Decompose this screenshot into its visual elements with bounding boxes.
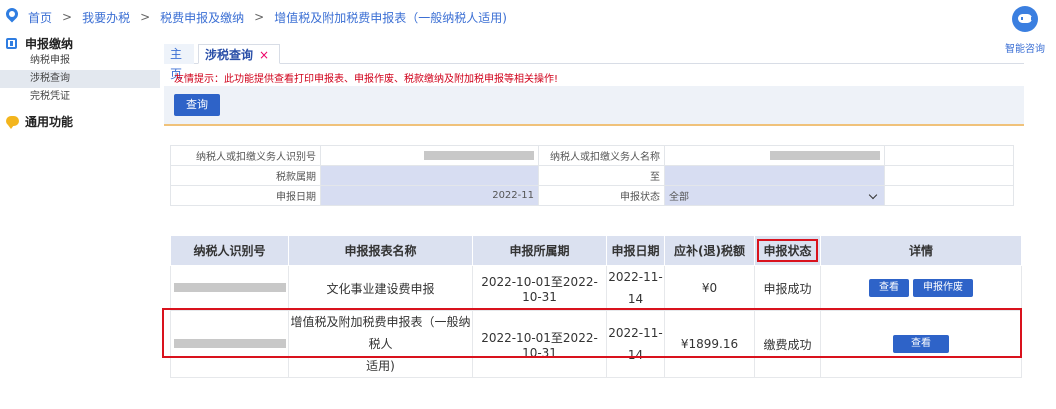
- report-name-cell: 增值税及附加税费申报表（一般纳税人 适用): [288, 310, 473, 378]
- filing-status-select[interactable]: 全部: [664, 185, 885, 206]
- col-taxpayer-id: 纳税人识别号: [170, 235, 289, 266]
- tab-label: 涉税查询: [205, 48, 254, 62]
- amount-cell: ¥0: [664, 265, 755, 311]
- tab-tax-query[interactable]: 涉税查询 ×: [198, 44, 280, 64]
- filing-status-value: 全部: [669, 192, 689, 203]
- masked-value: [424, 150, 534, 160]
- chat-bubble-icon: [6, 116, 19, 129]
- col-amount: 应补(退)税额: [664, 235, 755, 266]
- period-to-label: 至: [538, 165, 665, 186]
- breadcrumb-separator: >: [254, 10, 265, 24]
- breadcrumb: 首页 > 我要办税 > 税费申报及缴纳 > 增值税及附加税费申报表（一般纳税人适…: [0, 0, 960, 34]
- breadcrumb-current: 增值税及附加税费申报表（一般纳税人适用): [274, 10, 507, 25]
- table-row: 增值税及附加税费申报表（一般纳税人 适用) 2022-10-01至2022-10…: [170, 310, 1022, 378]
- filing-date-cell: 2022-11- 14: [606, 265, 665, 311]
- query-button[interactable]: 查询: [174, 94, 220, 116]
- period-end-input[interactable]: [664, 165, 885, 186]
- period-start-input[interactable]: [320, 165, 539, 186]
- taxpayer-id-cell: [170, 265, 289, 311]
- masked-value: [173, 283, 286, 292]
- highlight-box: [757, 239, 818, 262]
- breadcrumb-tax-handling[interactable]: 我要办税: [82, 9, 130, 26]
- friendly-tip: 友情提示：此功能提供查看打印申报表、申报作废、税款缴纳及附加税申报等相关操作!: [174, 74, 559, 85]
- status-cell: 申报成功: [754, 265, 821, 311]
- name-part: 增值税及附加税费申报表（一般纳税人: [290, 315, 471, 351]
- view-button[interactable]: 查看: [869, 279, 909, 297]
- period-label: 税款属期: [170, 165, 321, 186]
- col-period: 申报所属期: [472, 235, 607, 266]
- view-button[interactable]: 查看: [893, 335, 949, 353]
- close-icon[interactable]: ×: [259, 48, 269, 62]
- period-cell: 2022-10-01至2022-10-31: [472, 310, 607, 378]
- col-filing-date: 申报日期: [606, 235, 665, 266]
- date-part: 14: [627, 348, 644, 362]
- void-filing-button[interactable]: 申报作废: [913, 279, 973, 297]
- taxpayer-name-label: 纳税人或扣缴义务人名称: [538, 145, 665, 166]
- breadcrumb-filing-payment[interactable]: 税费申报及缴纳: [160, 9, 244, 26]
- location-pin-icon: [3, 5, 21, 23]
- name-part: 适用): [366, 359, 395, 373]
- amount-cell: ¥1899.16: [664, 310, 755, 378]
- sidebar-item-tax-query[interactable]: 涉税查询: [0, 70, 160, 88]
- result-table: 纳税人识别号 申报报表名称 申报所属期 申报日期 应补(退)税额 申报状态 详情…: [170, 235, 1022, 378]
- tab-home[interactable]: 主页: [164, 44, 194, 81]
- sidebar-group-label: 申报缴纳: [25, 36, 74, 51]
- sidebar-group-filing[interactable]: 申报缴纳: [0, 34, 160, 52]
- robot-icon: [1012, 6, 1038, 32]
- sidebar: 申报缴纳 纳税申报 涉税查询 完税凭证 通用功能: [0, 34, 160, 409]
- details-cell: 查看 申报作废: [820, 265, 1022, 311]
- status-cell: 缴费成功: [754, 310, 821, 378]
- breadcrumb-home[interactable]: 首页: [28, 9, 52, 26]
- taxpayer-id-field[interactable]: [320, 145, 539, 166]
- chevron-down-icon: [868, 190, 878, 200]
- col-status: 申报状态: [754, 235, 821, 266]
- date-part: 2022-11-: [608, 326, 663, 340]
- taxpayer-id-label: 纳税人或扣缴义务人识别号: [170, 145, 321, 166]
- sidebar-item-tax-certificate[interactable]: 完税凭证: [0, 88, 160, 106]
- breadcrumb-separator: >: [140, 10, 151, 24]
- breadcrumb-separator: >: [62, 10, 73, 24]
- tab-bar: 主页 涉税查询 ×: [164, 44, 1024, 81]
- sidebar-group-label: 通用功能: [25, 114, 74, 129]
- toolbar: 查询: [164, 86, 1024, 126]
- filing-date-cell: 2022-11- 14: [606, 310, 665, 378]
- report-name-cell: 文化事业建设费申报: [288, 265, 473, 311]
- filing-date-label: 申报日期: [170, 185, 321, 206]
- details-cell: 查看: [820, 310, 1022, 378]
- period-cell: 2022-10-01至2022-10-31: [472, 265, 607, 311]
- filing-status-label: 申报状态: [538, 185, 665, 206]
- col-report-name: 申报报表名称: [288, 235, 473, 266]
- filing-date-input[interactable]: 2022-11: [320, 185, 539, 206]
- table-row: 文化事业建设费申报 2022-10-01至2022-10-31 2022-11-…: [170, 265, 1022, 311]
- col-details: 详情: [820, 235, 1022, 266]
- date-part: 2022-11-: [608, 270, 663, 284]
- masked-value: [173, 339, 286, 348]
- sidebar-group-common[interactable]: 通用功能: [0, 112, 160, 130]
- sidebar-item-tax-filing[interactable]: 纳税申报: [0, 52, 160, 70]
- masked-value: [770, 150, 880, 160]
- taxpayer-name-field[interactable]: [664, 145, 885, 166]
- form-icon: [6, 37, 17, 49]
- taxpayer-id-cell: [170, 310, 289, 378]
- date-part: 14: [627, 292, 644, 306]
- search-form: 纳税人或扣缴义务人识别号 纳税人或扣缴义务人名称 税款属期 至 申报日期 202…: [170, 145, 1014, 206]
